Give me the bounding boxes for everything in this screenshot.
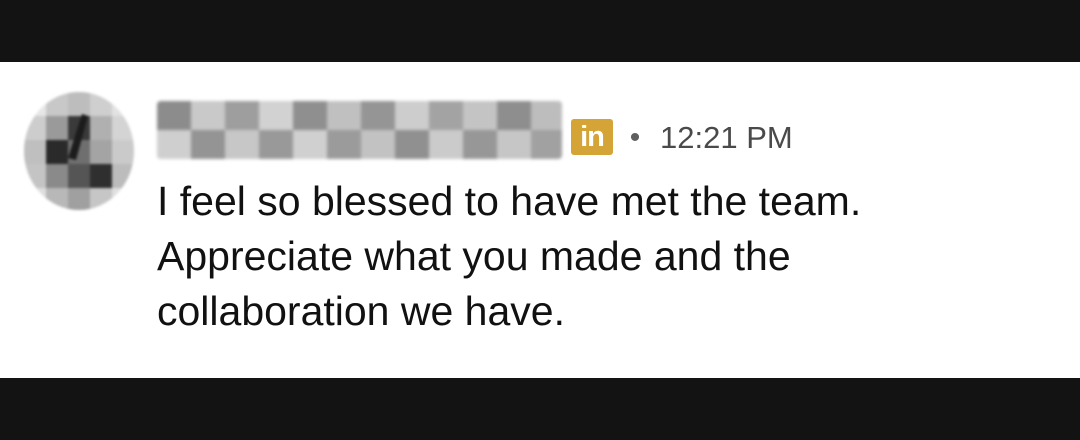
avatar[interactable] <box>24 92 134 210</box>
pixelated-avatar-icon <box>24 92 134 210</box>
message-line-2: Appreciate what you made and the <box>157 233 791 279</box>
linkedin-icon[interactable]: in <box>571 119 613 155</box>
message-line-3: collaboration we have. <box>157 288 565 334</box>
message-timestamp: 12:21 PM <box>660 120 793 155</box>
separator-dot: • <box>629 121 641 154</box>
letterbox-bottom <box>0 378 1080 440</box>
redacted-name-icon <box>157 101 562 159</box>
message-body: I feel so blessed to have met the team. … <box>157 174 1037 339</box>
message-line-1: I feel so blessed to have met the team. <box>157 178 862 224</box>
letterbox-top <box>0 0 1080 62</box>
sender-name-redacted[interactable] <box>157 101 562 159</box>
